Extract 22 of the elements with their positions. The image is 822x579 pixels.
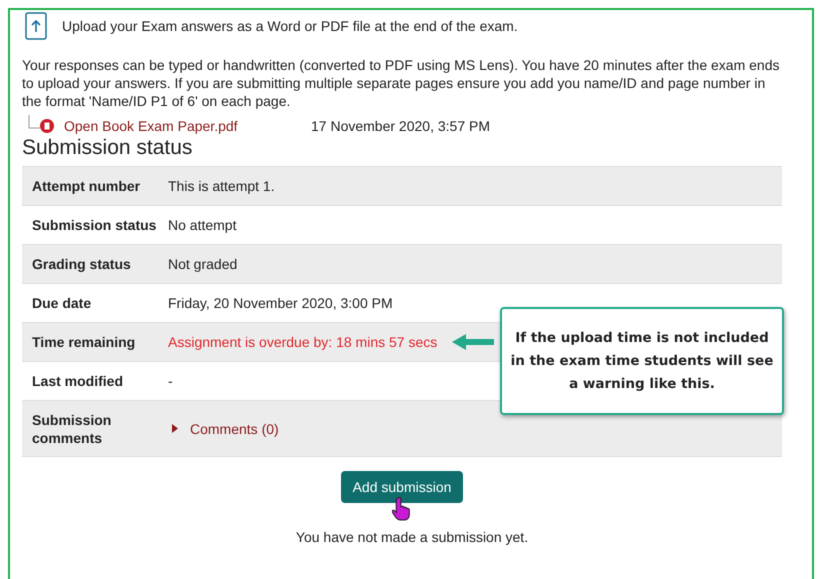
overdue-warning: Assignment is overdue by: 18 mins 57 secs <box>168 334 438 350</box>
row-label: Attempt number <box>31 177 142 195</box>
file-link[interactable]: Open Book Exam Paper.pdf <box>64 118 311 134</box>
upload-instruction: Upload your Exam answers as a Word or PDF file at the end of the exam. <box>62 18 518 34</box>
row-label: Submission comments <box>31 410 112 446</box>
add-submission-button[interactable]: Add submission <box>340 471 464 503</box>
row-value: Friday, 20 November 2020, 3:00 PM <box>168 295 393 311</box>
row-label: Submission status <box>31 216 158 234</box>
row-value: This is attempt 1. <box>168 178 275 194</box>
row-value: - <box>168 373 173 389</box>
file-date: 17 November 2020, 3:57 PM <box>311 118 490 134</box>
row-label: Last modified <box>31 372 124 390</box>
callout-box: If the upload time is not included in the exam time students will see a warning like this. <box>500 307 784 415</box>
row-value: No attempt <box>168 217 236 233</box>
row-label: Due date <box>31 294 92 312</box>
row-value: Not graded <box>168 256 238 272</box>
row-label: Time remaining <box>31 333 136 351</box>
comments-link[interactable]: Comments (0) <box>190 420 279 436</box>
section-heading: Submission status <box>22 136 194 160</box>
submission-note: You have not made a submission yet. <box>296 529 528 545</box>
instructions-text: Your responses can be typed or handwritten (converted to PDF using MS Lens). You have 20 minutes after the exam ends to upload your answers. If you are submitting multiple separate pages ensure you add you name/ID and page number in the format 'Name/ID P1 of 6' on each page. <box>22 56 780 110</box>
row-label: Grading status <box>31 255 132 273</box>
